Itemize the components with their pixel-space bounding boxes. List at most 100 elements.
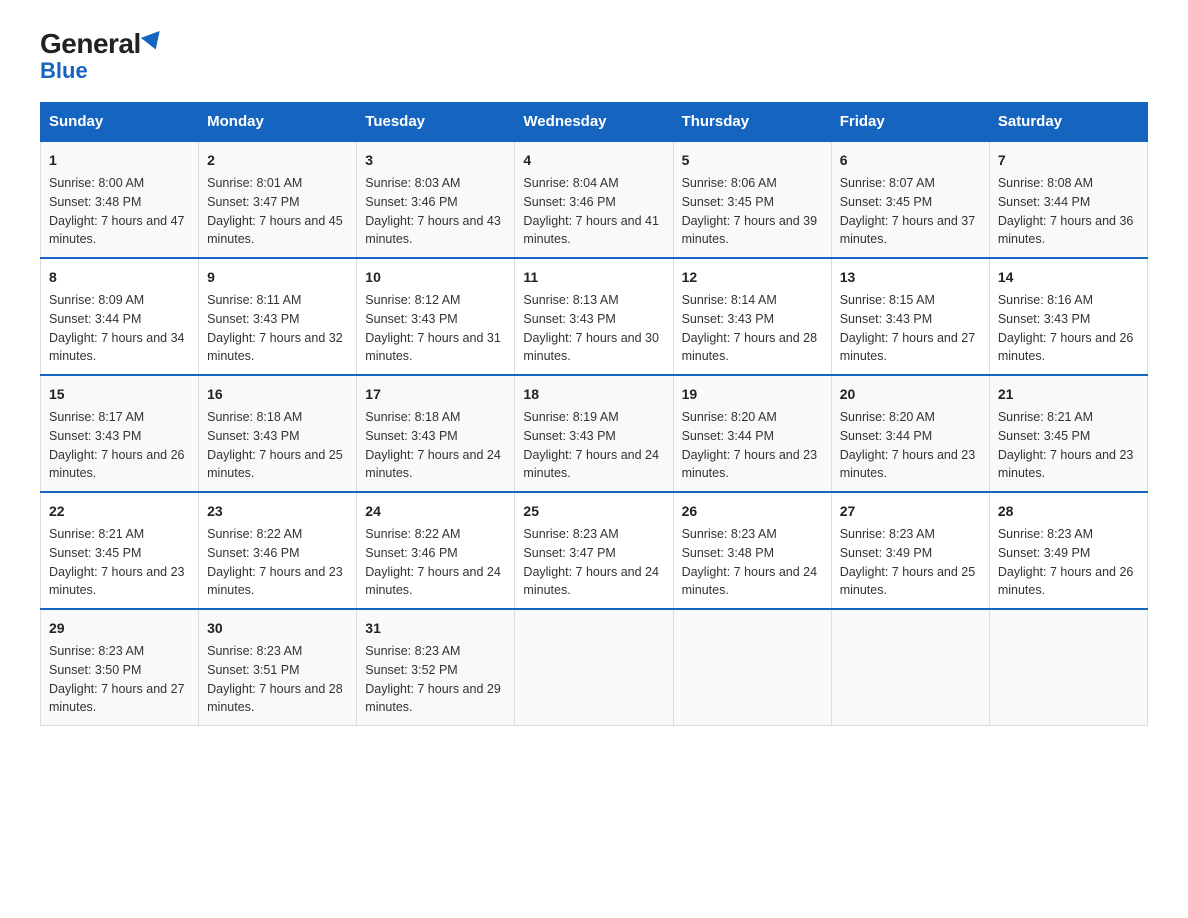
calendar-cell: 31 Sunrise: 8:23 AMSunset: 3:52 PMDayligh… [357, 609, 515, 726]
day-number: 20 [840, 384, 981, 405]
calendar-header-monday: Monday [199, 103, 357, 142]
calendar-cell: 12 Sunrise: 8:14 AMSunset: 3:43 PMDayligh… [673, 258, 831, 375]
day-info: Sunrise: 8:03 AMSunset: 3:46 PMDaylight:… [365, 176, 501, 246]
calendar-week-row: 29 Sunrise: 8:23 AMSunset: 3:50 PMDayligh… [41, 609, 1148, 726]
calendar-header-thursday: Thursday [673, 103, 831, 142]
day-number: 18 [523, 384, 664, 405]
calendar-cell [673, 609, 831, 726]
calendar-cell: 24 Sunrise: 8:22 AMSunset: 3:46 PMDayligh… [357, 492, 515, 609]
calendar-cell [831, 609, 989, 726]
day-info: Sunrise: 8:17 AMSunset: 3:43 PMDaylight:… [49, 410, 185, 480]
day-number: 11 [523, 267, 664, 288]
calendar-cell: 8Sunrise: 8:09 AMSunset: 3:44 PMDaylight… [41, 258, 199, 375]
day-info: Sunrise: 8:15 AMSunset: 3:43 PMDaylight:… [840, 293, 976, 363]
logo: General Blue [40, 30, 163, 82]
day-info: Sunrise: 8:19 AMSunset: 3:43 PMDaylight:… [523, 410, 659, 480]
day-info: Sunrise: 8:06 AMSunset: 3:45 PMDaylight:… [682, 176, 818, 246]
page-header: General Blue [40, 30, 1148, 82]
day-number: 14 [998, 267, 1139, 288]
day-number: 5 [682, 150, 823, 171]
calendar-header-saturday: Saturday [989, 103, 1147, 142]
day-info: Sunrise: 8:12 AMSunset: 3:43 PMDaylight:… [365, 293, 501, 363]
day-info: Sunrise: 8:14 AMSunset: 3:43 PMDaylight:… [682, 293, 818, 363]
day-info: Sunrise: 8:18 AMSunset: 3:43 PMDaylight:… [207, 410, 343, 480]
day-info: Sunrise: 8:22 AMSunset: 3:46 PMDaylight:… [207, 527, 343, 597]
day-number: 1 [49, 150, 190, 171]
day-number: 13 [840, 267, 981, 288]
day-info: Sunrise: 8:08 AMSunset: 3:44 PMDaylight:… [998, 176, 1134, 246]
day-number: 7 [998, 150, 1139, 171]
day-number: 28 [998, 501, 1139, 522]
calendar-cell: 5 Sunrise: 8:06 AMSunset: 3:45 PMDaylight… [673, 141, 831, 258]
calendar-header-tuesday: Tuesday [357, 103, 515, 142]
day-number: 24 [365, 501, 506, 522]
calendar-cell: 4Sunrise: 8:04 AMSunset: 3:46 PMDaylight… [515, 141, 673, 258]
calendar-cell: 21 Sunrise: 8:21 AMSunset: 3:45 PMDayligh… [989, 375, 1147, 492]
calendar-cell: 16 Sunrise: 8:18 AMSunset: 3:43 PMDayligh… [199, 375, 357, 492]
calendar-week-row: 22 Sunrise: 8:21 AMSunset: 3:45 PMDayligh… [41, 492, 1148, 609]
day-info: Sunrise: 8:23 AMSunset: 3:49 PMDaylight:… [840, 527, 976, 597]
day-number: 26 [682, 501, 823, 522]
day-info: Sunrise: 8:09 AMSunset: 3:44 PMDaylight:… [49, 293, 185, 363]
calendar-cell: 10Sunrise: 8:12 AMSunset: 3:43 PMDayligh… [357, 258, 515, 375]
calendar-header-friday: Friday [831, 103, 989, 142]
day-number: 21 [998, 384, 1139, 405]
day-number: 30 [207, 618, 348, 639]
day-number: 3 [365, 150, 506, 171]
day-info: Sunrise: 8:20 AMSunset: 3:44 PMDaylight:… [682, 410, 818, 480]
calendar-header-row: SundayMondayTuesdayWednesdayThursdayFrid… [41, 103, 1148, 142]
calendar-cell: 7 Sunrise: 8:08 AMSunset: 3:44 PMDaylight… [989, 141, 1147, 258]
calendar-cell: 22 Sunrise: 8:21 AMSunset: 3:45 PMDayligh… [41, 492, 199, 609]
calendar-cell [989, 609, 1147, 726]
calendar-cell: 2Sunrise: 8:01 AMSunset: 3:47 PMDaylight… [199, 141, 357, 258]
day-number: 17 [365, 384, 506, 405]
calendar-cell: 3 Sunrise: 8:03 AMSunset: 3:46 PMDaylight… [357, 141, 515, 258]
calendar-cell: 17 Sunrise: 8:18 AMSunset: 3:43 PMDayligh… [357, 375, 515, 492]
day-info: Sunrise: 8:18 AMSunset: 3:43 PMDaylight:… [365, 410, 501, 480]
calendar-cell: 18 Sunrise: 8:19 AMSunset: 3:43 PMDayligh… [515, 375, 673, 492]
day-info: Sunrise: 8:21 AMSunset: 3:45 PMDaylight:… [998, 410, 1134, 480]
day-info: Sunrise: 8:04 AMSunset: 3:46 PMDaylight:… [523, 176, 659, 246]
calendar-cell: 13 Sunrise: 8:15 AMSunset: 3:43 PMDayligh… [831, 258, 989, 375]
calendar-cell: 29 Sunrise: 8:23 AMSunset: 3:50 PMDayligh… [41, 609, 199, 726]
day-info: Sunrise: 8:01 AMSunset: 3:47 PMDaylight:… [207, 176, 343, 246]
calendar-cell: 11 Sunrise: 8:13 AMSunset: 3:43 PMDayligh… [515, 258, 673, 375]
day-number: 19 [682, 384, 823, 405]
calendar-table: SundayMondayTuesdayWednesdayThursdayFrid… [40, 102, 1148, 726]
calendar-cell: 28Sunrise: 8:23 AMSunset: 3:49 PMDayligh… [989, 492, 1147, 609]
day-info: Sunrise: 8:22 AMSunset: 3:46 PMDaylight:… [365, 527, 501, 597]
day-info: Sunrise: 8:13 AMSunset: 3:43 PMDaylight:… [523, 293, 659, 363]
day-info: Sunrise: 8:23 AMSunset: 3:50 PMDaylight:… [49, 644, 185, 714]
day-info: Sunrise: 8:07 AMSunset: 3:45 PMDaylight:… [840, 176, 976, 246]
calendar-cell: 6 Sunrise: 8:07 AMSunset: 3:45 PMDaylight… [831, 141, 989, 258]
day-number: 6 [840, 150, 981, 171]
logo-blue: Blue [40, 60, 88, 82]
calendar-cell: 14 Sunrise: 8:16 AMSunset: 3:43 PMDayligh… [989, 258, 1147, 375]
calendar-cell: 26 Sunrise: 8:23 AMSunset: 3:48 PMDayligh… [673, 492, 831, 609]
calendar-cell: 19 Sunrise: 8:20 AMSunset: 3:44 PMDayligh… [673, 375, 831, 492]
day-number: 15 [49, 384, 190, 405]
day-number: 29 [49, 618, 190, 639]
calendar-cell: 1 Sunrise: 8:00 AMSunset: 3:48 PMDaylight… [41, 141, 199, 258]
day-info: Sunrise: 8:00 AMSunset: 3:48 PMDaylight:… [49, 176, 185, 246]
day-number: 27 [840, 501, 981, 522]
calendar-header-wednesday: Wednesday [515, 103, 673, 142]
day-number: 31 [365, 618, 506, 639]
day-number: 22 [49, 501, 190, 522]
day-number: 23 [207, 501, 348, 522]
calendar-week-row: 1 Sunrise: 8:00 AMSunset: 3:48 PMDaylight… [41, 141, 1148, 258]
day-number: 16 [207, 384, 348, 405]
day-number: 12 [682, 267, 823, 288]
day-info: Sunrise: 8:23 AMSunset: 3:48 PMDaylight:… [682, 527, 818, 597]
day-info: Sunrise: 8:11 AMSunset: 3:43 PMDaylight:… [207, 293, 343, 363]
calendar-cell: 20 Sunrise: 8:20 AMSunset: 3:44 PMDayligh… [831, 375, 989, 492]
calendar-cell [515, 609, 673, 726]
day-info: Sunrise: 8:16 AMSunset: 3:43 PMDaylight:… [998, 293, 1134, 363]
calendar-cell: 25Sunrise: 8:23 AMSunset: 3:47 PMDayligh… [515, 492, 673, 609]
calendar-cell: 9Sunrise: 8:11 AMSunset: 3:43 PMDaylight… [199, 258, 357, 375]
day-info: Sunrise: 8:20 AMSunset: 3:44 PMDaylight:… [840, 410, 976, 480]
day-info: Sunrise: 8:21 AMSunset: 3:45 PMDaylight:… [49, 527, 185, 597]
calendar-week-row: 15 Sunrise: 8:17 AMSunset: 3:43 PMDayligh… [41, 375, 1148, 492]
day-info: Sunrise: 8:23 AMSunset: 3:52 PMDaylight:… [365, 644, 501, 714]
calendar-week-row: 8Sunrise: 8:09 AMSunset: 3:44 PMDaylight… [41, 258, 1148, 375]
